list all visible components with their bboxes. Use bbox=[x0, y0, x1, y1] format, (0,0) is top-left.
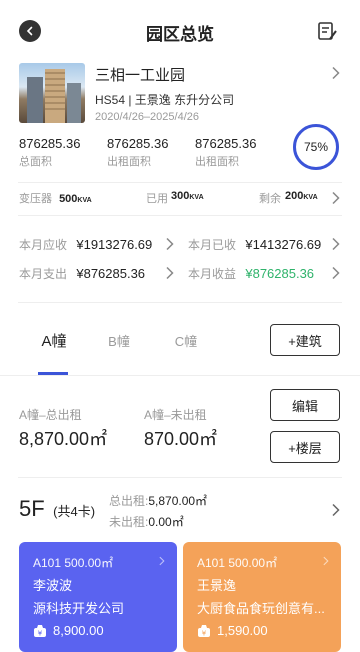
park-image bbox=[19, 63, 85, 123]
unit-chevron-right-icon bbox=[159, 556, 165, 566]
remaining-value: 200 bbox=[285, 190, 304, 202]
park-chevron-right-icon[interactable] bbox=[329, 66, 343, 80]
transformer-value: 500 bbox=[59, 193, 78, 205]
unit-card[interactable]: A101 500.00㎡ 李波波 源科技开发公司 ¥ 8,900.00 bbox=[19, 542, 177, 652]
floor-rented-label: 总出租: bbox=[109, 494, 149, 508]
divider bbox=[18, 182, 342, 183]
divider bbox=[18, 215, 342, 216]
building-total-label: A幢–总出租 bbox=[19, 408, 82, 422]
expense-label: 本月支出 bbox=[19, 267, 68, 281]
unit-head: A101 500.00㎡ bbox=[197, 556, 278, 570]
remaining-label: 剩余 bbox=[259, 193, 281, 205]
unit-tenant-name: 李波波 bbox=[33, 578, 73, 593]
edit-list-icon bbox=[318, 22, 337, 40]
used-value: 300 bbox=[171, 190, 190, 202]
unit-kva: KVA bbox=[189, 194, 204, 201]
page-title: 园区总览 bbox=[146, 25, 214, 44]
unit-kva: KVA bbox=[77, 197, 92, 204]
income-value: ¥876285.36 bbox=[245, 266, 315, 281]
tab-c-label: C幢 bbox=[174, 334, 198, 349]
tab-c[interactable]: C幢 bbox=[171, 331, 201, 351]
used-label: 已用 bbox=[146, 193, 168, 205]
divider bbox=[0, 375, 360, 376]
add-building-button[interactable]: +建筑 bbox=[270, 324, 340, 356]
finance-income[interactable]: 本月收益 ¥876285.36 bbox=[188, 265, 314, 282]
power-chevron-right-icon[interactable] bbox=[329, 191, 343, 205]
tab-a[interactable]: A幢 bbox=[39, 330, 69, 351]
stat-total-area: 876285.36 总面积 bbox=[19, 136, 80, 169]
money-bag-icon: ¥ bbox=[34, 624, 46, 637]
svg-text:¥: ¥ bbox=[38, 629, 43, 637]
floor-number: 5F bbox=[19, 496, 45, 521]
tab-b-label: B幢 bbox=[108, 334, 130, 349]
expense-chevron-right-icon[interactable] bbox=[163, 266, 177, 280]
divider bbox=[18, 302, 342, 303]
unit-price-row: ¥ 8,900.00 bbox=[33, 623, 163, 638]
unit-kva: KVA bbox=[303, 194, 318, 201]
stat-label: 出租面积 bbox=[107, 156, 151, 168]
tab-a-label: A幢 bbox=[41, 333, 67, 350]
park-code-manager: HS54 | 王景逸 东升分公司 bbox=[95, 93, 235, 107]
occupancy-ring: 75% bbox=[293, 124, 339, 170]
unit-company: 源科技开发公司 bbox=[33, 601, 125, 616]
receivable-value: ¥1913276.69 bbox=[76, 237, 153, 252]
floor-rented: 总出租:5,870.00㎡ bbox=[109, 492, 207, 509]
building-unrented-label: A幢–未出租 bbox=[144, 408, 207, 422]
finance-expense[interactable]: 本月支出 ¥876285.36 bbox=[19, 265, 145, 282]
tab-b[interactable]: B幢 bbox=[104, 331, 134, 351]
unit-tenant-name: 王景逸 bbox=[197, 578, 237, 593]
receivable-label: 本月应收 bbox=[19, 238, 68, 252]
add-floor-button[interactable]: +楼层 bbox=[270, 431, 340, 463]
stat-rented-area-2: 876285.36 出租面积 bbox=[195, 136, 256, 169]
received-chevron-right-icon[interactable] bbox=[329, 237, 343, 251]
unit-chevron-right-icon bbox=[323, 556, 329, 566]
unit-price: 8,900.00 bbox=[53, 623, 104, 638]
stat-value: 876285.36 bbox=[19, 136, 81, 151]
floor-count: (共4卡) bbox=[53, 504, 96, 519]
receivable-chevron-right-icon[interactable] bbox=[163, 237, 177, 251]
park-name[interactable]: 三相一工业园 bbox=[95, 64, 185, 85]
stat-label: 总面积 bbox=[19, 156, 52, 168]
used-group: 300KVA bbox=[171, 190, 204, 202]
floor-rented-value: 5,870.00㎡ bbox=[148, 494, 208, 508]
received-label: 本月已收 bbox=[188, 238, 237, 252]
income-label: 本月收益 bbox=[188, 267, 237, 281]
remaining-group: 200KVA bbox=[285, 190, 318, 202]
money-bag-icon: ¥ bbox=[198, 624, 210, 637]
floor-unrented-label: 未出租: bbox=[109, 515, 149, 529]
park-date-range: 2020/4/26–2025/4/26 bbox=[95, 111, 199, 123]
floor-chevron-right-icon[interactable] bbox=[329, 503, 343, 517]
building-total-value: 8,870.00㎡ bbox=[19, 429, 108, 449]
unit-card[interactable]: A101 500.00㎡ 王景逸 大厨食品食玩创意有... ¥ 1,590.00 bbox=[183, 542, 341, 652]
received-value: ¥1413276.69 bbox=[245, 237, 322, 252]
stat-rented-area: 876285.36 出租面积 bbox=[107, 136, 168, 169]
stat-value: 876285.36 bbox=[107, 136, 169, 151]
expense-value: ¥876285.36 bbox=[76, 266, 146, 281]
power-row[interactable]: 变压器 500KVA 已用 300KVA 剩余 200KVA bbox=[19, 190, 341, 208]
floor-unrented-value: 0.00㎡ bbox=[148, 515, 184, 529]
svg-text:¥: ¥ bbox=[202, 629, 207, 637]
floor-title[interactable]: 5F (共4卡) bbox=[19, 496, 95, 522]
income-chevron-right-icon[interactable] bbox=[329, 266, 343, 280]
edit-list-button[interactable] bbox=[316, 20, 340, 44]
unit-price-row: ¥ 1,590.00 bbox=[197, 623, 327, 638]
edit-button[interactable]: 编辑 bbox=[270, 389, 340, 421]
divider bbox=[18, 477, 342, 478]
occupancy-value: 75% bbox=[303, 140, 329, 154]
finance-receivable[interactable]: 本月应收 ¥1913276.69 bbox=[19, 236, 152, 253]
finance-received[interactable]: 本月已收 ¥1413276.69 bbox=[188, 236, 321, 253]
unit-price: 1,590.00 bbox=[217, 623, 268, 638]
unit-company: 大厨食品食玩创意有... bbox=[197, 601, 325, 616]
stat-value: 876285.36 bbox=[195, 136, 257, 151]
floor-unrented: 未出租:0.00㎡ bbox=[109, 513, 184, 530]
transformer-label: 变压器 bbox=[19, 193, 52, 205]
building-unrented-value: 870.00㎡ bbox=[144, 429, 218, 449]
stat-label: 出租面积 bbox=[195, 156, 239, 168]
unit-head: A101 500.00㎡ bbox=[33, 556, 114, 570]
